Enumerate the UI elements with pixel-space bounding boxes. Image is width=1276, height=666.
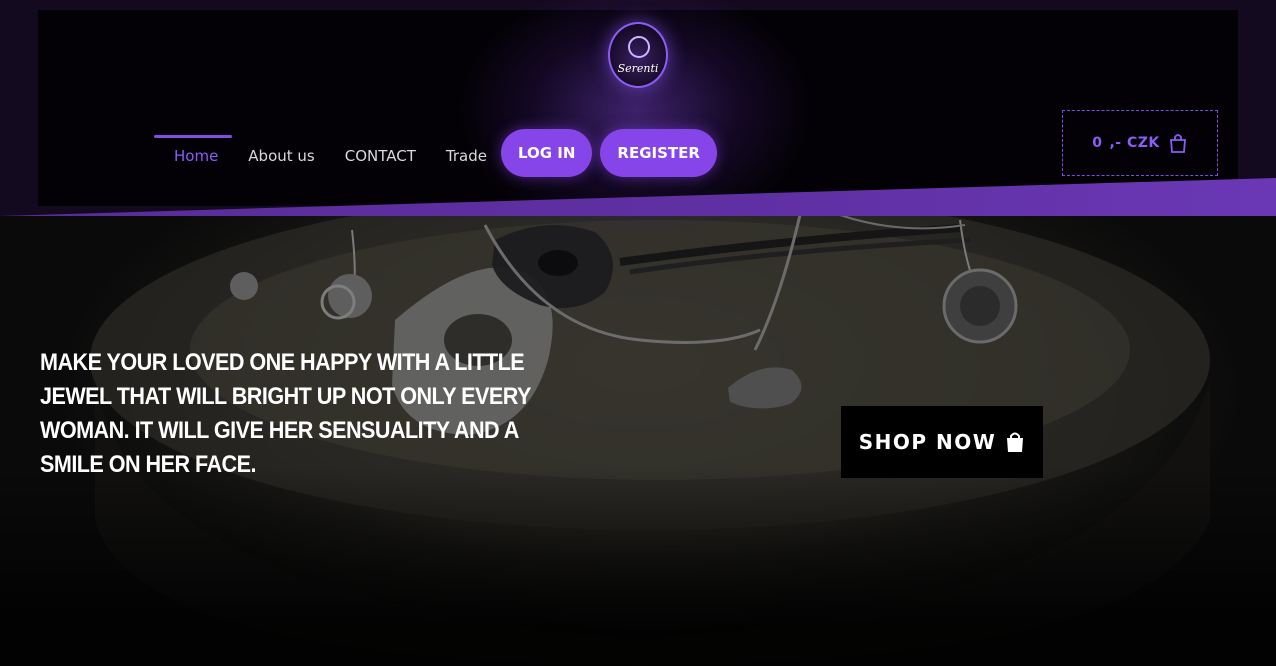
header-purple-wedge — [0, 178, 1276, 216]
nav-item-home[interactable]: Home — [154, 135, 233, 165]
login-button[interactable]: LOG IN — [500, 129, 593, 177]
hero-tagline: MAKE YOUR LOVED ONE HAPPY WITH A LITTLE … — [40, 349, 531, 478]
shop-now-label: SHOP NOW — [858, 430, 997, 454]
register-button[interactable]: REGISTER — [600, 129, 717, 177]
cart-currency: ,- CZK — [1109, 135, 1160, 151]
cart-amount: 0 — [1092, 135, 1103, 151]
main-nav: Home About us CONTACT Trade LOG IN REGIS… — [154, 128, 725, 178]
shopping-bag-icon — [1005, 431, 1025, 453]
logo-emblem-icon — [628, 36, 650, 58]
shopping-bag-icon — [1168, 132, 1188, 154]
nav-item-contact[interactable]: CONTACT — [345, 141, 416, 165]
nav-item-trade[interactable]: Trade — [446, 141, 487, 165]
nav-item-about-us[interactable]: About us — [248, 141, 314, 165]
logo-text: Serenti — [617, 62, 659, 75]
site-logo[interactable]: Serenti — [608, 22, 668, 88]
cart-button[interactable]: 0 ,- CZK — [1062, 110, 1218, 176]
shop-now-button[interactable]: SHOP NOW — [841, 406, 1043, 478]
